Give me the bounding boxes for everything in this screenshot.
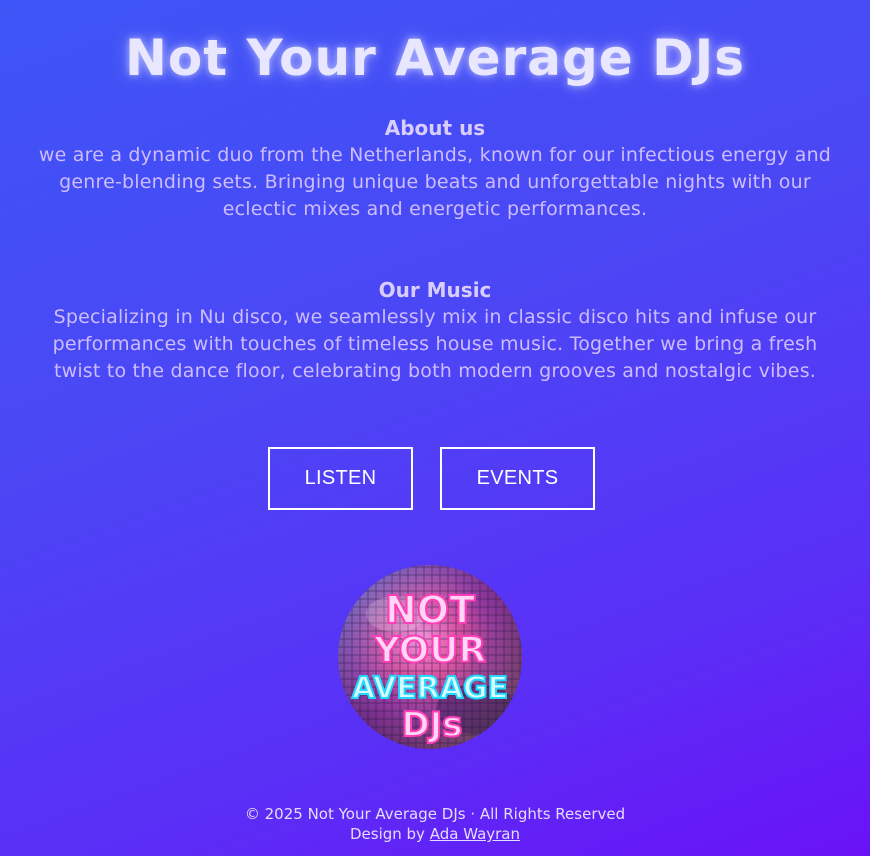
music-section: Our Music Specializing in Nu disco, we s…: [32, 277, 838, 385]
designer-link[interactable]: Ada Wayran: [430, 825, 520, 843]
disco-ball-logo-icon: NOT YOUR AVERAGE DJs: [338, 565, 522, 749]
copyright-text: © 2025 Not Your Average DJs · All Rights…: [244, 805, 626, 823]
page-title: Not Your Average DJs: [125, 29, 745, 87]
about-heading: About us: [384, 116, 486, 140]
about-section: About us we are a dynamic duo from the N…: [32, 115, 838, 223]
logo-line-djs: DJs: [401, 705, 462, 745]
music-text: Specializing in Nu disco, we seamlessly …: [52, 306, 818, 382]
logo-line-average: AVERAGE: [352, 671, 508, 706]
design-credit-prefix: Design by: [349, 825, 425, 843]
about-text: we are a dynamic duo from the Netherland…: [38, 144, 832, 220]
logo-line-not: NOT: [385, 588, 475, 632]
logo-line-your: YOUR: [373, 630, 486, 671]
footer: © 2025 Not Your Average DJs · All Rights…: [0, 804, 870, 844]
events-button[interactable]: EVENTS: [440, 447, 595, 510]
listen-button[interactable]: LISTEN: [268, 447, 413, 510]
action-buttons: LISTEN EVENTS: [0, 447, 870, 510]
design-credit: Design by Ada Wayran: [0, 824, 870, 844]
music-heading: Our Music: [378, 278, 492, 302]
